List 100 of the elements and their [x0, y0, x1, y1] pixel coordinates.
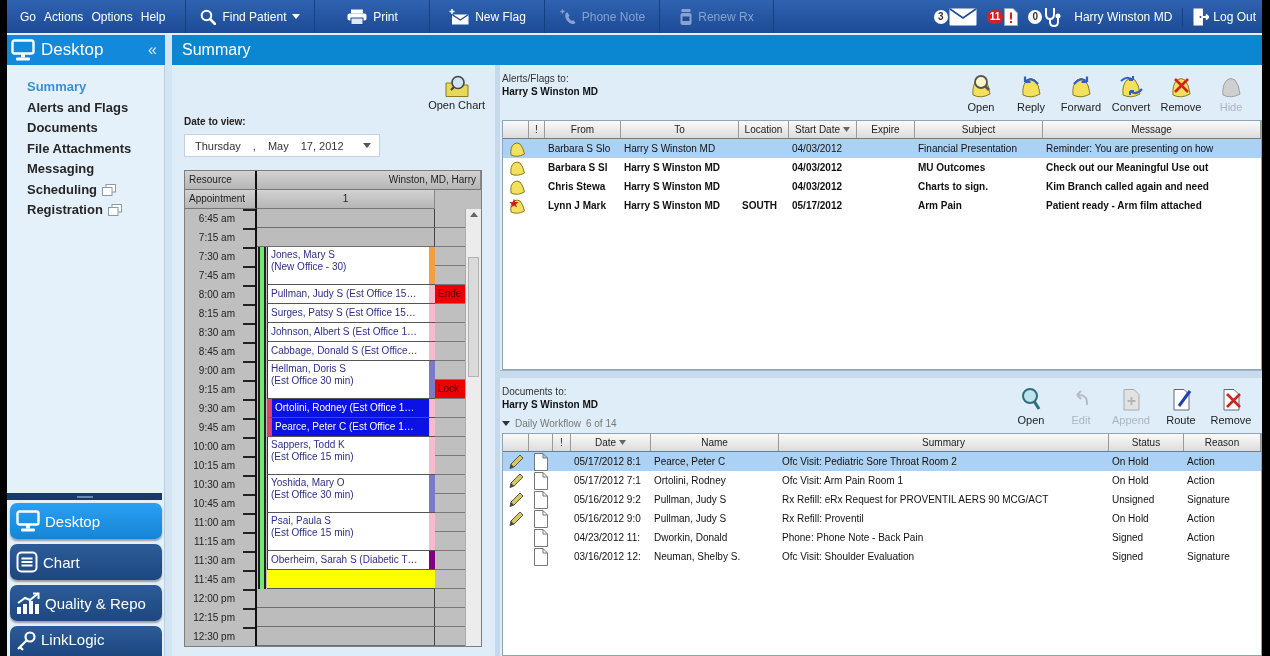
- appointment-text: (Est Office 30 min): [271, 375, 355, 387]
- table-cell-text: Action: [1186, 475, 1216, 486]
- remove-button[interactable]: Remove: [1206, 387, 1256, 426]
- document-row[interactable]: 05/16/2012 9:0 Pullman, Judy S Rx Refill: Proventil On Hold Action: [503, 509, 1261, 528]
- new-flag-button[interactable]: New Flag: [429, 0, 545, 33]
- column-header[interactable]: To: [621, 121, 739, 138]
- table-cell-text: Signature: [1186, 551, 1231, 562]
- appointment-text: (Est Office 15 min): [271, 527, 355, 539]
- remove-button[interactable]: Remove: [1156, 74, 1206, 113]
- nav-item[interactable]: Alerts and Flags: [27, 97, 129, 118]
- nav-item[interactable]: Scheduling: [27, 179, 117, 200]
- table-cell-text: Dworkin, Donald: [653, 532, 729, 543]
- closed-slot[interactable]: [257, 209, 435, 228]
- column-header[interactable]: Status: [1109, 434, 1184, 451]
- open-button[interactable]: Open: [956, 74, 1006, 113]
- scrollbar-thumb[interactable]: [468, 257, 479, 377]
- nav-item[interactable]: File Attachments: [27, 138, 132, 159]
- alert-row[interactable]: Barbara S Slo Harry S Winston MD 04/03/2012 Financial Presentation Reminder: You are presenting on how: [503, 139, 1261, 158]
- column-header[interactable]: !: [553, 434, 571, 451]
- caret-up-icon[interactable]: [469, 212, 478, 217]
- menu-item[interactable]: Help: [136, 9, 170, 24]
- table-cell-text: Barbara S Sl: [547, 162, 609, 173]
- module-button[interactable]: Quality & Repo: [10, 585, 162, 621]
- appointment-card[interactable]: Oberheim, Sarah S (Diabetic T…: [267, 551, 435, 570]
- alert-row[interactable]: Chris Stewa Harry S Winston MD 04/03/2012 Charts to sign. Kim Branch called again and need: [503, 177, 1261, 196]
- splitter[interactable]: [500, 370, 1262, 378]
- column-header[interactable]: Date: [571, 434, 651, 451]
- column-header[interactable]: From: [545, 121, 621, 138]
- tasks-button[interactable]: 0: [1023, 6, 1067, 27]
- appointment-card[interactable]: Jones, Mary S (New Office - 30): [267, 247, 435, 285]
- nav-item[interactable]: Registration: [27, 200, 122, 221]
- menu-item[interactable]: Go: [16, 9, 40, 24]
- column-header[interactable]: Summary: [779, 434, 1109, 451]
- document-row[interactable]: 03/16/2012 12: Neuman, Shelby S. Ofc Visit: Shoulder Evaluation Signed Signature: [503, 547, 1261, 566]
- module-button[interactable]: Chart: [10, 544, 162, 580]
- stethoscope-icon: [1043, 6, 1062, 27]
- appointment-text: Psai, Paula S: [271, 515, 333, 527]
- module-button[interactable]: LinkLogic: [10, 626, 162, 656]
- route-button[interactable]: Route: [1156, 387, 1206, 426]
- find-patient-button[interactable]: Find Patient: [185, 0, 315, 33]
- document-row[interactable]: 04/23/2012 11: Dworkin, Donald Phone: Phone Note - Back Pain Signed Action: [503, 528, 1261, 547]
- page-icon: [534, 528, 548, 547]
- nav-item[interactable]: Documents: [27, 118, 98, 139]
- column-header[interactable]: Name: [651, 434, 779, 451]
- menu-item[interactable]: Actions: [40, 9, 88, 24]
- nav-item[interactable]: Messaging: [27, 159, 95, 180]
- table-cell-text: 05/16/2012 9:2: [573, 494, 642, 505]
- table-cell-text: 05/17/2012 7:1: [573, 475, 642, 486]
- closed-slot[interactable]: [257, 228, 435, 247]
- table-cell-text: Signed: [1111, 551, 1145, 562]
- scrollbar[interactable]: [465, 209, 481, 646]
- document-row[interactable]: 05/16/2012 9:2 Pullman, Judy S Rx Refill: eRx Request for PROVENTIL AERS 90 MCG/ACT Unsigned Signature: [503, 490, 1261, 509]
- closed-slot[interactable]: [257, 608, 435, 627]
- group-label[interactable]: Daily Workflow: [515, 418, 581, 429]
- appointment-card[interactable]: Cabbage, Donald S (Est Office…: [267, 342, 435, 361]
- menu-item[interactable]: Options: [87, 9, 137, 24]
- flags-button[interactable]: 11: [981, 7, 1024, 26]
- appointment-card[interactable]: Ortolini, Rodney (Est Office 1…: [267, 399, 435, 418]
- open-chart-button[interactable]: Open Chart: [428, 75, 485, 111]
- reply-button[interactable]: Reply: [1006, 74, 1056, 113]
- appointment-card[interactable]: Sappers, Todd K (Est Office 15 min): [267, 437, 435, 475]
- document-row[interactable]: 05/17/2012 7:1 Ortolini, Rodney Ofc Visit: Arm Pain Room 1 On Hold Action: [503, 471, 1261, 490]
- closed-slot[interactable]: [257, 627, 435, 646]
- column-header[interactable]: Start Date: [789, 121, 857, 138]
- table-cell-text: Patient ready - Arm film attached: [1045, 200, 1203, 211]
- alert-row[interactable]: Barbara S Sl Harry S Winston MD 04/03/2012 MU Outcomes Check out our Meaningful Use out: [503, 158, 1261, 177]
- column-header[interactable]: Message: [1043, 121, 1261, 138]
- folder-magnifier-icon: [444, 75, 469, 97]
- appointment-text: (Est Office 30 min): [271, 489, 355, 501]
- column-header[interactable]: Location: [739, 121, 789, 138]
- column-header[interactable]: !: [529, 121, 545, 138]
- splitter[interactable]: [7, 493, 162, 500]
- logout-button[interactable]: Log Out: [1182, 7, 1262, 26]
- forward-button[interactable]: Forward: [1056, 74, 1106, 113]
- convert-button[interactable]: Convert: [1106, 74, 1156, 113]
- print-button[interactable]: Print: [314, 0, 430, 33]
- appointment-card[interactable]: Pearce, Peter C (Est Office 1…: [267, 418, 435, 437]
- appointment-card[interactable]: Hellman, Doris S (Est Office 30 min): [267, 361, 435, 399]
- column-header[interactable]: Expire: [857, 121, 915, 138]
- appointment-card[interactable]: Pullman, Judy S (Est Office 15…: [267, 285, 435, 304]
- resource-name: Winston, MD, Harry: [257, 171, 481, 190]
- column-header[interactable]: Reason: [1184, 434, 1261, 451]
- appointment-card[interactable]: Johnson, Albert S (Est Office 1…: [267, 323, 435, 342]
- appointment-card[interactable]: Psai, Paula S (Est Office 15 min): [267, 513, 435, 551]
- table-cell-text: Harry S Winston MD: [623, 162, 722, 173]
- open-button[interactable]: Open: [1006, 387, 1056, 426]
- magnifier-icon: [1019, 387, 1043, 411]
- appointment-card[interactable]: Yoshida, Mary O (Est Office 30 min): [267, 475, 435, 513]
- messages-button[interactable]: 3: [928, 7, 982, 26]
- status-tag: Ende: [435, 285, 465, 304]
- printer-icon: [347, 8, 368, 25]
- date-picker[interactable]: Thursday , May 17, 2012: [184, 134, 380, 157]
- appointment-card[interactable]: Surges, Patsy S (Est Office 15…: [267, 304, 435, 323]
- alert-row[interactable]: Lynn J Mark Harry S Winston MD SOUTH 05/17/2012 Arm Pain Patient ready - Arm film attached: [503, 196, 1261, 215]
- table-cell-text: On Hold: [1111, 456, 1150, 467]
- caret-down-icon[interactable]: [502, 421, 510, 426]
- appointment-text: (Est Office 15 min): [271, 451, 355, 463]
- column-header[interactable]: Subject: [915, 121, 1043, 138]
- document-row[interactable]: 05/17/2012 8:1 Pearce, Peter C Ofc Visit: Pediatric Sore Throat Room 2 On Hold Action: [503, 452, 1261, 471]
- appointment-block[interactable]: [267, 570, 435, 589]
